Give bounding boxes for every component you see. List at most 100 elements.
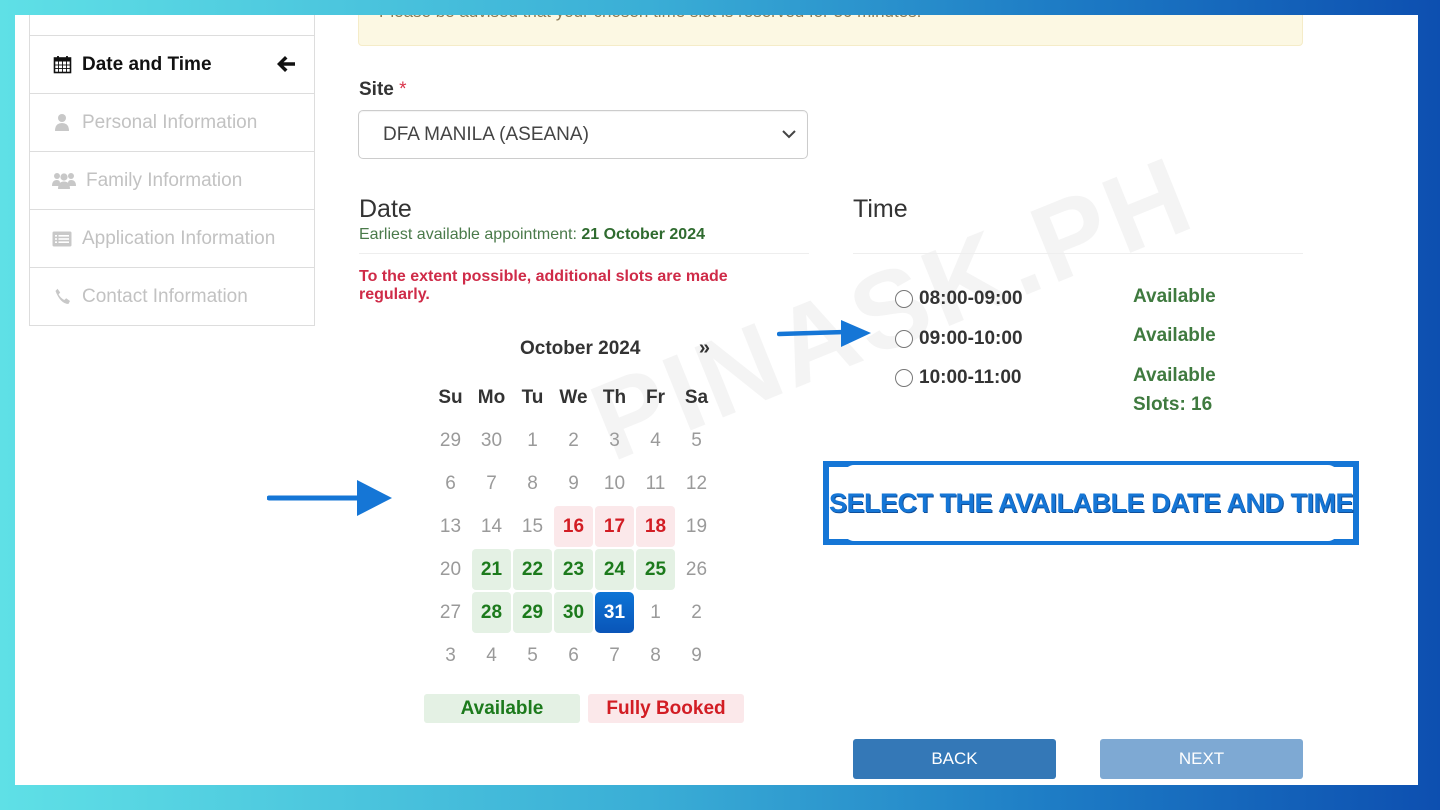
calendar-day: 27: [439, 601, 462, 623]
calendar-day: 4: [650, 429, 661, 451]
calendar-day: 10: [603, 472, 626, 494]
arrow-left-icon: [276, 54, 296, 80]
alert-text: Please be advised that your chosen time …: [379, 15, 921, 21]
calendar-day: 19: [685, 515, 708, 537]
calendar-day: 9: [568, 472, 579, 494]
calendar-day-other-month: 2: [691, 601, 702, 623]
weekday-header: Mo: [477, 386, 506, 408]
calendar-icon: [52, 55, 72, 75]
next-month-button[interactable]: »: [699, 337, 710, 360]
sidebar-item-personal-information[interactable]: Personal Information: [30, 93, 314, 151]
reservation-alert: Please be advised that your chosen time …: [358, 15, 1303, 46]
weekday-header: Sa: [684, 386, 709, 408]
sidebar-item-label: Family Information: [86, 169, 243, 191]
calendar-day-selected[interactable]: 31: [595, 592, 634, 633]
calendar-day: 12: [685, 472, 708, 494]
calendar-day-other-month: 30: [480, 429, 503, 451]
annotation-arrow-icon: [267, 480, 392, 516]
calendar-day-other-month: 29: [439, 429, 462, 451]
time-slot-count: Slots: 16: [1133, 394, 1213, 415]
calendar-day: 1: [527, 429, 538, 451]
calendar-day-other-month: 7: [609, 644, 620, 666]
time-section-title: Time: [853, 195, 908, 223]
site-selected-value: DFA MANILA (ASEANA): [383, 123, 589, 145]
calendar-day-available[interactable]: 25: [636, 549, 675, 590]
calendar-day: 20: [439, 558, 462, 580]
annotation-arrow-icon: [777, 320, 871, 347]
weekday-header: Fr: [646, 386, 665, 408]
date-section-title: Date: [359, 195, 412, 223]
calendar: October 2024 » Su Mo Tu We Th Fr Sa 29 30 1 2 3 4 5 6 7…: [430, 335, 720, 677]
sidebar-item-label: Date and Time: [82, 53, 212, 75]
users-icon: [52, 171, 76, 191]
calendar-day-available[interactable]: 30: [554, 592, 593, 633]
sidebar-item-date-and-time[interactable]: Date and Time: [30, 35, 314, 93]
calendar-day: 5: [691, 429, 702, 451]
calendar-day-other-month: 9: [691, 644, 702, 666]
time-slot-option[interactable]: 09:00-10:00: [895, 328, 1023, 350]
calendar-day: 7: [486, 472, 497, 494]
slots-note: To the extent possible, additional slots…: [359, 268, 728, 303]
earliest-label: Earliest available appointment:: [359, 226, 577, 243]
site-select[interactable]: DFA MANILA (ASEANA): [358, 110, 808, 159]
sidebar-item-label: Contact Information: [82, 285, 248, 307]
calendar-day-other-month: 6: [568, 644, 579, 666]
banner-text: SELECT THE AVAILABLE DATE AND TIME: [829, 487, 1354, 518]
calendar-day: 2: [568, 429, 579, 451]
phone-icon: [52, 287, 72, 307]
required-mark: *: [399, 79, 407, 100]
user-icon: [52, 113, 72, 133]
calendar-day-available[interactable]: 21: [472, 549, 511, 590]
legend-available: Available: [424, 694, 580, 723]
calendar-day-fully-booked: 16: [554, 506, 593, 547]
weekday-header: We: [559, 386, 588, 408]
next-button[interactable]: NEXT: [1100, 739, 1303, 779]
calendar-day-available[interactable]: 29: [513, 592, 552, 633]
time-slot-label: 10:00-11:00: [919, 367, 1022, 388]
earliest-value: 21 October 2024: [581, 226, 705, 243]
time-slot-radio[interactable]: [895, 369, 913, 387]
calendar-day-other-month: 1: [650, 601, 661, 623]
time-slot-label: 08:00-09:00: [919, 288, 1023, 309]
calendar-day-available[interactable]: 24: [595, 549, 634, 590]
chevron-down-icon: [781, 124, 797, 144]
calendar-day-available[interactable]: 28: [472, 592, 511, 633]
steps-sidebar: Date and Time Personal Information Famil…: [29, 15, 315, 326]
time-slot-label: 09:00-10:00: [919, 328, 1023, 349]
calendar-day-available[interactable]: 23: [554, 549, 593, 590]
list-icon: [52, 229, 72, 249]
calendar-day: 6: [445, 472, 456, 494]
sidebar-item-label: Personal Information: [82, 111, 258, 133]
calendar-day: 26: [685, 558, 708, 580]
time-slot-status: Available: [1133, 325, 1216, 346]
calendar-header: October 2024 »: [430, 335, 720, 363]
sidebar-item-application-information[interactable]: Application Information: [30, 209, 314, 267]
instruction-banner: SELECT THE AVAILABLE DATE AND TIME: [823, 461, 1359, 545]
time-slot-radio[interactable]: [895, 290, 913, 308]
time-slot-option[interactable]: 10:00-11:00: [895, 367, 1021, 389]
sidebar-item-contact-information[interactable]: Contact Information: [30, 267, 314, 325]
calendar-day-fully-booked: 17: [595, 506, 634, 547]
time-slot-status: Available: [1133, 365, 1216, 386]
calendar-day: 3: [609, 429, 620, 451]
time-slot-radio[interactable]: [895, 330, 913, 348]
site-label: Site *: [359, 79, 407, 101]
calendar-day-available[interactable]: 22: [513, 549, 552, 590]
sidebar-item-family-information[interactable]: Family Information: [30, 151, 314, 209]
weekday-header: Tu: [521, 386, 544, 408]
calendar-day-other-month: 4: [486, 644, 497, 666]
legend-fully-booked: Fully Booked: [588, 694, 744, 723]
weekday-header: Th: [602, 386, 627, 408]
sidebar-item-label: Application Information: [82, 227, 276, 249]
back-button[interactable]: BACK: [853, 739, 1056, 779]
calendar-day-other-month: 8: [650, 644, 661, 666]
calendar-day: 13: [439, 515, 462, 537]
weekday-header: Su: [438, 386, 463, 408]
time-slot-option[interactable]: 08:00-09:00: [895, 288, 1023, 310]
calendar-day: 15: [521, 515, 544, 537]
calendar-day-other-month: 3: [445, 644, 456, 666]
calendar-day-fully-booked: 18: [636, 506, 675, 547]
page-frame: Please be advised that your chosen time …: [15, 15, 1418, 785]
divider: [853, 253, 1303, 254]
